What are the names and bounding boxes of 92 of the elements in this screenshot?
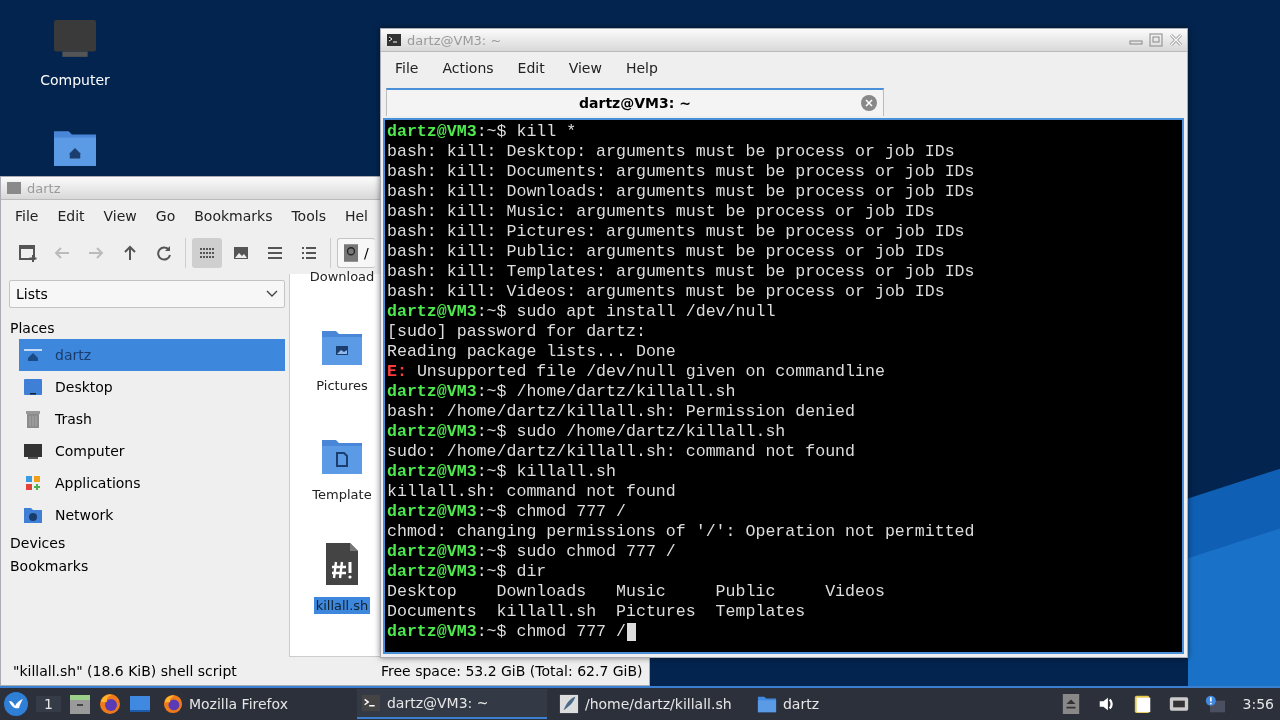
templates-folder-icon[interactable] — [322, 438, 362, 474]
terminal-line: Desktop Downloads Music Public Videos — [387, 582, 885, 602]
network-icon[interactable] — [1168, 694, 1189, 714]
taskbar-button[interactable]: /home/dartz/killall.sh — [554, 689, 745, 719]
terminal-line: Reading package lists... Done — [387, 342, 676, 362]
menu-item[interactable]: Edit — [517, 60, 545, 76]
desktop-icon[interactable] — [128, 693, 151, 715]
text-cursor — [627, 623, 636, 641]
file-label[interactable]: Download — [307, 268, 377, 285]
menu-item[interactable]: View — [568, 60, 602, 76]
menu-item[interactable]: Help — [625, 60, 658, 76]
terminal-line: bash: kill: Music: arguments must be process or job IDs — [387, 202, 935, 222]
status-text: "killall.sh" (18.6 KiB) shell script — [12, 663, 238, 679]
terminal-line: bash: /home/dartz/killall.sh: Permission denied — [387, 402, 856, 422]
desktop-icon-label[interactable]: Computer — [40, 72, 110, 88]
menu-item[interactable]: File — [395, 60, 419, 76]
window-title: dartz@VM3: ~ — [407, 32, 502, 48]
file-label[interactable]: Pictures — [314, 377, 370, 394]
terminal-line: dartz@VM3:~$ kill * — [387, 122, 577, 142]
sidebar-item[interactable]: Trash — [19, 403, 285, 435]
terminal-line: [sudo] password for dartz: — [387, 322, 646, 342]
terminal-line: dartz@VM3:~$ dir — [387, 562, 547, 582]
terminal-line: dartz@VM3:~$ sudo chmod 777 / — [387, 542, 676, 562]
section-header[interactable]: Bookmarks — [9, 554, 89, 577]
close-tab-icon[interactable] — [861, 95, 877, 111]
menu-item[interactable]: View — [103, 208, 137, 224]
desktop-icon — [23, 377, 43, 397]
side-pane-dropdown[interactable]: Lists — [9, 280, 285, 308]
terminal-line: dartz@VM3:~$ /home/dartz/killall.sh — [387, 382, 736, 402]
location-field[interactable]: / — [337, 238, 375, 268]
workspace-button[interactable]: 1 — [36, 696, 61, 712]
menu-item[interactable]: Tools — [291, 208, 326, 224]
taskbar-button[interactable]: dartz — [752, 689, 943, 719]
firefox-icon[interactable] — [98, 693, 121, 715]
terminal-line: dartz@VM3:~$ chmod 777 / — [387, 502, 626, 522]
terminal-line: sudo: /home/dartz/killall.sh: command not found — [387, 442, 856, 462]
terminal-line: dartz@VM3:~$ chmod 777 / — [387, 622, 626, 642]
sidebar-item[interactable]: Desktop — [19, 371, 285, 403]
menu-item[interactable]: Go — [155, 208, 176, 224]
terminal-line: bash: kill: Public: arguments must be process or job IDs — [387, 242, 945, 262]
script-file-icon[interactable] — [326, 543, 358, 585]
home-folder-icon[interactable] — [54, 128, 96, 166]
taskbar-button[interactable]: Mozilla Firefox — [158, 689, 349, 719]
sidebar-item[interactable]: Computer — [19, 435, 285, 467]
menu-item[interactable]: Hel — [344, 208, 368, 224]
terminal-icon — [387, 34, 401, 46]
terminal-line: bash: kill: Documents: arguments must be process or job IDs — [387, 162, 975, 182]
trash-icon — [23, 409, 43, 429]
editor-icon — [558, 694, 579, 714]
terminal-line: dartz@VM3:~$ sudo apt install /dev/null — [387, 302, 776, 322]
terminal-line: dartz@VM3:~$ sudo /home/dartz/killall.sh — [387, 422, 786, 442]
section-header[interactable]: Devices — [9, 531, 66, 554]
sidebar-item[interactable]: Network — [19, 499, 285, 531]
file-label[interactable]: Template — [310, 486, 374, 503]
clock[interactable]: 3:56 — [1242, 696, 1274, 712]
sidebar-item[interactable]: Applications — [19, 467, 285, 499]
start-menu-icon[interactable] — [4, 692, 28, 716]
terminal-icon — [360, 693, 381, 713]
window-title: dartz — [27, 180, 61, 196]
menu-item[interactable]: Edit — [57, 208, 85, 224]
file-cabinet-icon[interactable] — [68, 693, 91, 715]
section-header[interactable]: Places — [9, 316, 55, 339]
free-space-text: Free space: 53.2 GiB (Total: 62.7 GiB) — [381, 663, 643, 679]
terminal-tab[interactable]: dartz@VM3: ~ — [386, 88, 884, 116]
menu-item[interactable]: Actions — [442, 60, 494, 76]
terminal-screen[interactable] — [383, 118, 1184, 654]
pictures-folder-icon[interactable] — [322, 329, 362, 365]
menu-item[interactable]: File — [15, 208, 39, 224]
terminal-line: killall.sh: command not found — [387, 482, 676, 502]
eject-icon[interactable] — [1060, 694, 1081, 714]
taskbar-button[interactable]: dartz@VM3: ~ — [356, 689, 547, 719]
firefox-icon — [162, 694, 183, 714]
network-icon — [23, 505, 43, 525]
clipboard-icon[interactable] — [1132, 694, 1153, 714]
file-label[interactable]: killall.sh — [313, 597, 371, 614]
terminal-line: Documents killall.sh Pictures Templates — [387, 602, 806, 622]
terminal-line: bash: kill: Downloads: arguments must be process or job IDs — [387, 182, 975, 202]
terminal-line: chmod: changing permissions of '/': Operation not permitted — [387, 522, 975, 542]
icons-view-button[interactable] — [192, 238, 222, 268]
menu-item[interactable]: Bookmarks — [194, 208, 273, 224]
terminal-line: dartz@VM3:~$ killall.sh — [387, 462, 617, 482]
applications-icon — [23, 473, 43, 493]
terminal-line: bash: kill: Videos: arguments must be process or job IDs — [387, 282, 945, 302]
drive-icon — [344, 244, 358, 262]
caret-icon — [266, 290, 278, 298]
new-tab-icon — [18, 243, 38, 263]
terminal-line: E: Unsupported file /dev/null given on commandline — [387, 362, 885, 382]
terminal-line: bash: kill: Desktop: arguments must be process or job IDs — [387, 142, 955, 162]
terminal-line: bash: kill: Templates: arguments must be process or job IDs — [387, 262, 975, 282]
terminal-line: bash: kill: Pictures: arguments must be process or job IDs — [387, 222, 965, 242]
computer-icon — [23, 441, 43, 461]
notification-icon[interactable] — [1204, 694, 1225, 714]
